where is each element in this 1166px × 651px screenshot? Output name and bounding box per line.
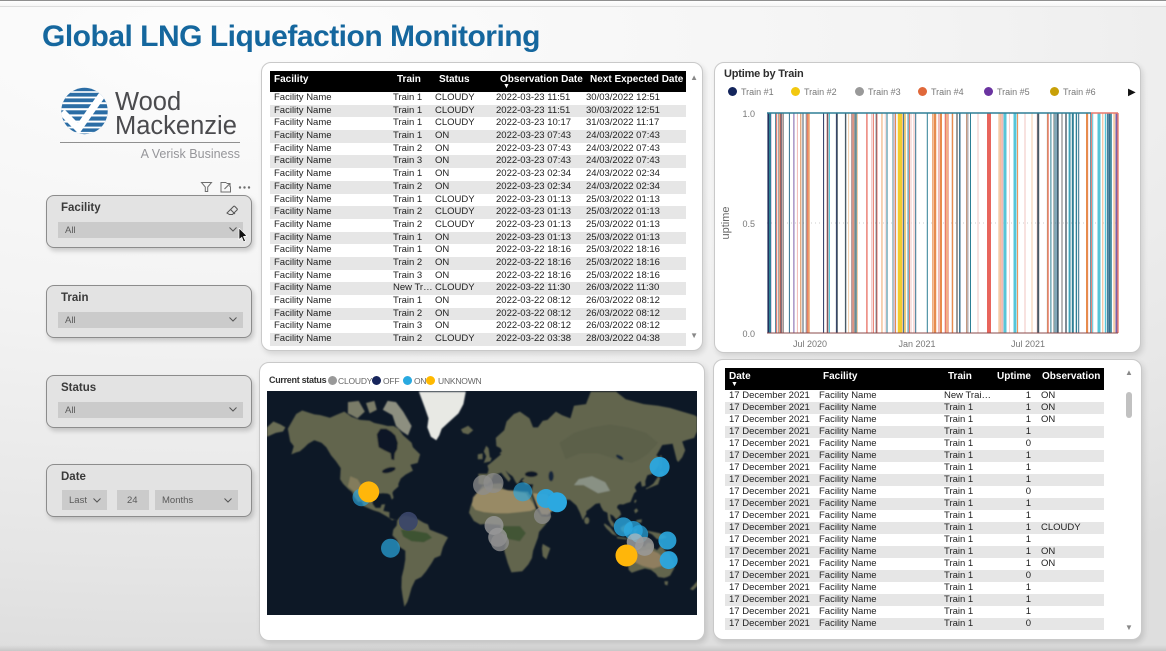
svg-text:Jan 2021: Jan 2021 bbox=[898, 339, 935, 349]
svg-text:Jul 2020: Jul 2020 bbox=[793, 339, 827, 349]
svg-text:Jul 2021: Jul 2021 bbox=[1011, 339, 1045, 349]
svg-text:1.0: 1.0 bbox=[742, 109, 755, 119]
svg-text:uptime: uptime bbox=[720, 206, 732, 239]
svg-text:Mackenzie: Mackenzie bbox=[115, 112, 237, 140]
svg-text:A Verisk Business: A Verisk Business bbox=[141, 147, 240, 161]
svg-text:0.0: 0.0 bbox=[742, 329, 755, 339]
svg-text:0.5: 0.5 bbox=[742, 219, 755, 229]
